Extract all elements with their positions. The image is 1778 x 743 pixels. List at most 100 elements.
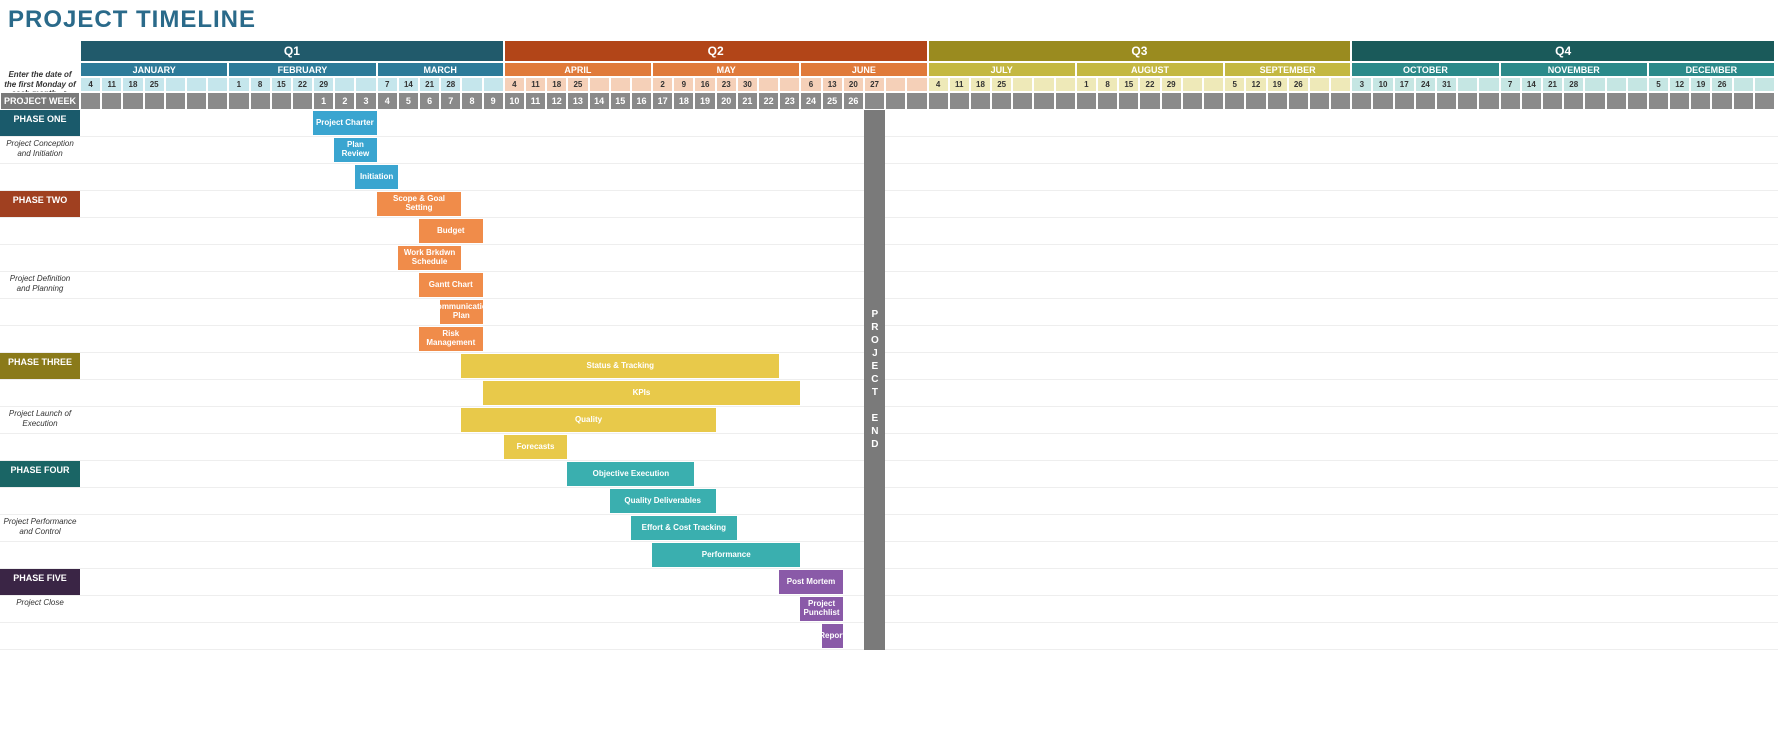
day-header: 4 <box>928 77 949 92</box>
gantt-bar[interactable]: Project Punchlist <box>800 597 842 621</box>
day-header: 12 <box>1669 77 1690 92</box>
month-header: JULY <box>928 62 1076 77</box>
week-number: 4 <box>377 92 398 110</box>
week-number <box>1182 92 1203 110</box>
gantt-bar[interactable]: Scope & Goal Setting <box>377 192 462 216</box>
week-number <box>1161 92 1182 110</box>
week-number: 6 <box>419 92 440 110</box>
week-number: 22 <box>758 92 779 110</box>
phase-subtitle: Project Definition and Planning <box>0 272 80 298</box>
day-header: 27 <box>864 77 885 92</box>
day-header: 25 <box>991 77 1012 92</box>
week-number <box>271 92 292 110</box>
gantt-bar[interactable]: Performance <box>652 543 800 567</box>
day-header: 30 <box>737 77 758 92</box>
week-number <box>1457 92 1478 110</box>
week-number: 2 <box>334 92 355 110</box>
day-header: 16 <box>694 77 715 92</box>
day-header <box>1584 77 1605 92</box>
day-header: 21 <box>419 77 440 92</box>
day-header <box>631 77 652 92</box>
month-header: APRIL <box>504 62 652 77</box>
week-number <box>1118 92 1139 110</box>
phase-header: PHASE TWO <box>0 191 80 217</box>
gantt-bar[interactable]: Initiation <box>355 165 397 189</box>
month-header: MARCH <box>377 62 504 77</box>
week-number: 10 <box>504 92 525 110</box>
gantt-bar[interactable]: Forecasts <box>504 435 568 459</box>
day-header <box>610 77 631 92</box>
quarter-header: Q1 <box>80 40 504 62</box>
week-number: 15 <box>610 92 631 110</box>
month-header: SEPTEMBER <box>1224 62 1351 77</box>
week-number: 16 <box>631 92 652 110</box>
day-header: 5 <box>1648 77 1669 92</box>
gantt-bar[interactable]: Gantt Chart <box>419 273 483 297</box>
day-header: 1 <box>228 77 249 92</box>
month-header: FEBRUARY <box>228 62 376 77</box>
gantt-bar[interactable]: Objective Execution <box>567 462 694 486</box>
week-number <box>1267 92 1288 110</box>
gantt-bar[interactable]: Quality <box>461 408 715 432</box>
gantt-bar[interactable]: Work Brkdwn Schedule <box>398 246 462 270</box>
month-header: MAY <box>652 62 800 77</box>
gantt-bar[interactable]: Quality Deliverables <box>610 489 716 513</box>
month-header: JANUARY <box>80 62 228 77</box>
day-header: 3 <box>1351 77 1372 92</box>
day-header <box>1754 77 1775 92</box>
month-header: AUGUST <box>1076 62 1224 77</box>
day-header: 18 <box>546 77 567 92</box>
week-number: 21 <box>737 92 758 110</box>
week-number <box>1584 92 1605 110</box>
day-header <box>334 77 355 92</box>
phase-subtitle: Project Performance and Control <box>0 515 80 541</box>
day-header: 7 <box>377 77 398 92</box>
project-end-marker: PROJECT END <box>864 110 885 650</box>
day-header: 20 <box>843 77 864 92</box>
gantt-bar[interactable]: Report <box>822 624 843 648</box>
gantt-bar[interactable]: Budget <box>419 219 483 243</box>
gantt-bar[interactable]: Effort & Cost Tracking <box>631 516 737 540</box>
day-header <box>1309 77 1330 92</box>
gantt-bar[interactable]: Project Charter <box>313 111 377 135</box>
gantt-bar[interactable]: Risk Management <box>419 327 483 351</box>
phase-header: PHASE FOUR <box>0 461 80 487</box>
week-number <box>1627 92 1648 110</box>
quarter-header: Q2 <box>504 40 928 62</box>
day-header: 18 <box>970 77 991 92</box>
week-number: 20 <box>716 92 737 110</box>
day-header: 5 <box>1224 77 1245 92</box>
day-header: 23 <box>716 77 737 92</box>
day-header: 4 <box>80 77 101 92</box>
week-number <box>1076 92 1097 110</box>
gantt-bar[interactable]: Communication Plan <box>440 300 482 324</box>
week-number: 8 <box>461 92 482 110</box>
day-header: 22 <box>1139 77 1160 92</box>
day-header <box>906 77 927 92</box>
day-header: 8 <box>1097 77 1118 92</box>
week-number <box>1690 92 1711 110</box>
week-number: 9 <box>483 92 504 110</box>
week-number <box>1372 92 1393 110</box>
day-header: 11 <box>949 77 970 92</box>
week-number <box>207 92 228 110</box>
week-number <box>1309 92 1330 110</box>
gantt-bar[interactable]: Status & Tracking <box>461 354 779 378</box>
day-header: 19 <box>1690 77 1711 92</box>
day-header: 29 <box>313 77 334 92</box>
day-header: 25 <box>567 77 588 92</box>
gantt-bar[interactable]: Plan Review <box>334 138 376 162</box>
day-header <box>885 77 906 92</box>
week-number: 13 <box>567 92 588 110</box>
week-number <box>101 92 122 110</box>
day-header <box>355 77 376 92</box>
week-number <box>1436 92 1457 110</box>
week-number: 3 <box>355 92 376 110</box>
project-week-label: PROJECT WEEK <box>0 92 80 110</box>
day-header <box>589 77 610 92</box>
gantt-bar[interactable]: KPIs <box>483 381 801 405</box>
phase-subtitle: Project Conception and Initiation <box>0 137 80 163</box>
date-note: Enter the date of the first Monday of ea… <box>0 77 80 92</box>
gantt-bar[interactable]: Post Mortem <box>779 570 843 594</box>
day-header: 22 <box>292 77 313 92</box>
